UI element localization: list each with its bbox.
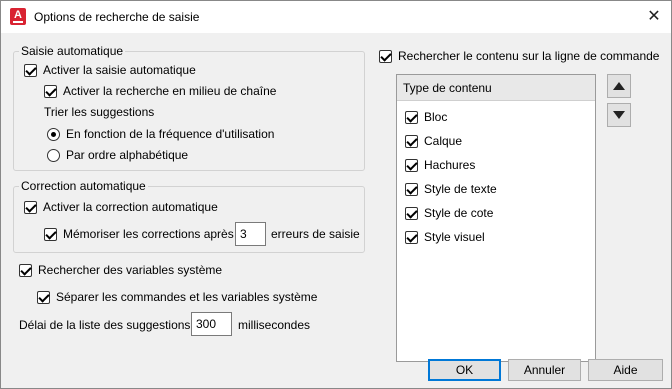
- sort-suggestions-label: Trier les suggestions: [44, 105, 155, 119]
- separate-commands-label: Séparer les commandes et les variables s…: [56, 290, 318, 304]
- checkbox-checked-icon: [405, 182, 418, 196]
- dialog-window: A Options de recherche de saisie ✕ Saisi…: [0, 0, 672, 389]
- autocomplete-enable-label: Activer la saisie automatique: [43, 63, 196, 77]
- checkbox-checked-icon: [44, 227, 57, 241]
- help-button[interactable]: Aide: [588, 359, 663, 381]
- delay-label: Délai de la liste des suggestions: [19, 318, 191, 332]
- list-item-label: Style visuel: [424, 230, 485, 244]
- move-down-button[interactable]: [607, 103, 631, 127]
- remember-corrections-label: Mémoriser les corrections après: [63, 227, 234, 241]
- list-item-hachures[interactable]: Hachures: [405, 158, 475, 172]
- list-item-style-visuel[interactable]: Style visuel: [405, 230, 485, 244]
- close-icon[interactable]: ✕: [643, 6, 665, 28]
- radio-unselected-icon: [47, 148, 60, 162]
- checkbox-checked-icon: [24, 200, 37, 214]
- list-item-style-cote[interactable]: Style de cote: [405, 206, 493, 220]
- delay-unit-label: millisecondes: [238, 318, 311, 332]
- list-item-label: Style de cote: [424, 206, 494, 220]
- sort-frequency-radio[interactable]: En fonction de la fréquence d'utilisatio…: [47, 127, 274, 141]
- dialog-title: Options de recherche de saisie: [34, 10, 200, 24]
- remember-count-input[interactable]: 3: [235, 222, 266, 246]
- arrow-up-icon: [613, 82, 625, 90]
- autocorrect-enable-label: Activer la correction automatique: [43, 200, 218, 214]
- ok-button[interactable]: OK: [428, 359, 501, 381]
- list-item-label: Bloc: [424, 110, 448, 124]
- midstring-search-label: Activer la recherche en milieu de chaîne: [63, 84, 277, 98]
- midstring-search-checkbox[interactable]: Activer la recherche en milieu de chaîne: [44, 84, 276, 98]
- radio-selected-icon: [47, 127, 60, 141]
- list-item-label: Hachures: [424, 158, 476, 172]
- sort-frequency-label: En fonction de la fréquence d'utilisatio…: [66, 127, 275, 141]
- content-search-label: Rechercher le contenu sur la ligne de co…: [398, 49, 660, 63]
- checkbox-checked-icon: [37, 290, 50, 304]
- arrow-down-icon: [613, 111, 625, 119]
- checkbox-checked-icon: [405, 134, 418, 148]
- autocorrect-enable-checkbox[interactable]: Activer la correction automatique: [24, 200, 218, 214]
- delay-input[interactable]: 300: [191, 312, 232, 336]
- checkbox-checked-icon: [44, 84, 57, 98]
- move-up-button[interactable]: [607, 74, 631, 98]
- content-type-list[interactable]: Type de contenu Bloc Calque Hachures Sty…: [396, 74, 596, 362]
- content-search-checkbox[interactable]: Rechercher le contenu sur la ligne de co…: [379, 49, 659, 63]
- remember-corrections-checkbox[interactable]: Mémoriser les corrections après: [44, 227, 234, 241]
- search-sysvars-label: Rechercher des variables système: [38, 263, 223, 277]
- list-item-calque[interactable]: Calque: [405, 134, 462, 148]
- cancel-button[interactable]: Annuler: [508, 359, 581, 381]
- sort-alpha-radio[interactable]: Par ordre alphabétique: [47, 148, 188, 162]
- autocad-app-icon: A: [10, 8, 26, 25]
- title-bar: A Options de recherche de saisie ✕: [1, 1, 671, 33]
- sort-alpha-label: Par ordre alphabétique: [66, 148, 189, 162]
- list-item-label: Style de texte: [424, 182, 497, 196]
- typing-errors-label: erreurs de saisie: [271, 227, 360, 241]
- checkbox-checked-icon: [379, 49, 392, 63]
- checkbox-checked-icon: [405, 158, 418, 172]
- autocomplete-group-label: Saisie automatique: [19, 44, 126, 58]
- autocorrect-group: [13, 186, 365, 253]
- list-item-label: Calque: [424, 134, 463, 148]
- search-sysvars-checkbox[interactable]: Rechercher des variables système: [19, 263, 222, 277]
- autocomplete-enable-checkbox[interactable]: Activer la saisie automatique: [24, 63, 196, 77]
- autocorrect-group-label: Correction automatique: [19, 179, 148, 193]
- checkbox-checked-icon: [405, 110, 418, 124]
- list-item-style-texte[interactable]: Style de texte: [405, 182, 497, 196]
- list-item-bloc[interactable]: Bloc: [405, 110, 447, 124]
- checkbox-checked-icon: [405, 206, 418, 220]
- checkbox-checked-icon: [405, 230, 418, 244]
- checkbox-checked-icon: [24, 63, 37, 77]
- separate-commands-checkbox[interactable]: Séparer les commandes et les variables s…: [37, 290, 317, 304]
- content-type-header: Type de contenu: [397, 75, 595, 101]
- checkbox-checked-icon: [19, 263, 32, 277]
